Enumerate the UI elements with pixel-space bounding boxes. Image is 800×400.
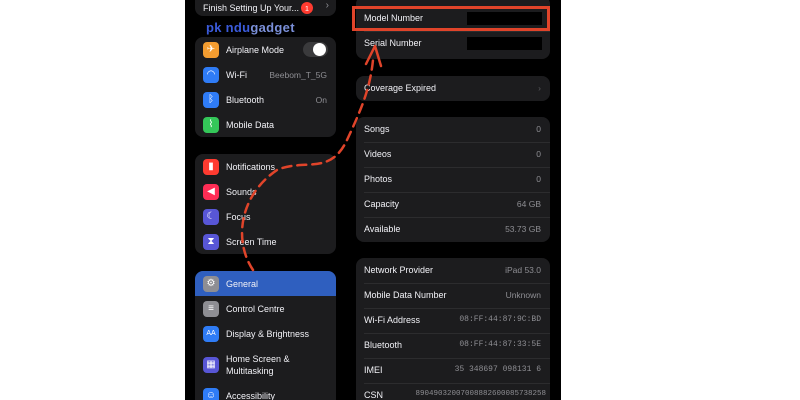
- watermark-logo: pk ndugadget: [206, 20, 295, 35]
- ipad-settings-screen: Finish Setting Up Your... 1 › ✈ Airplane…: [185, 0, 561, 400]
- dashed-arrow-annotation: [240, 44, 383, 272]
- watermark-part-2: gadget: [250, 20, 295, 35]
- watermark-part-1: pk ndu: [206, 20, 251, 35]
